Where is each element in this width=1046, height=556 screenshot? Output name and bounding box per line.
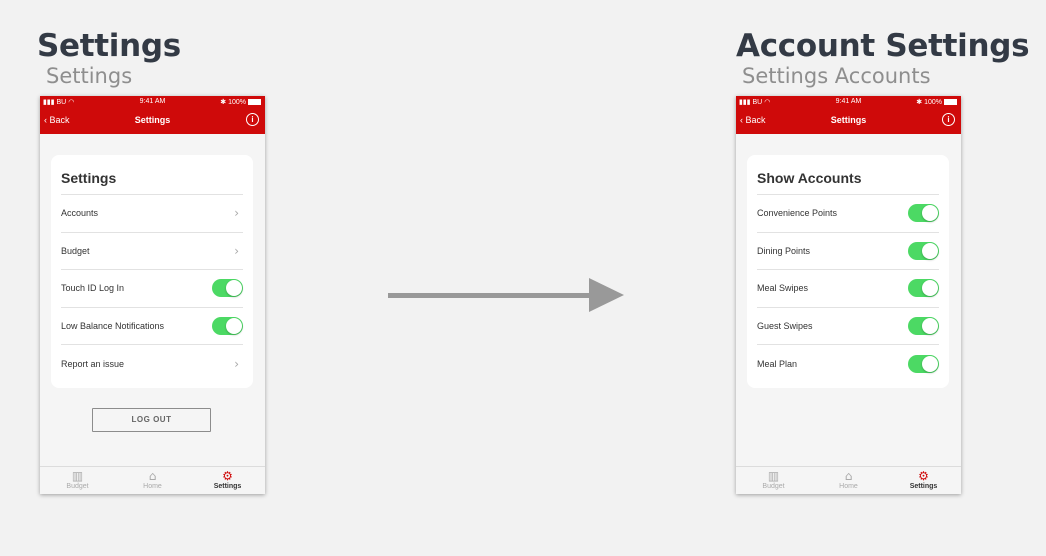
chart-icon: ▥: [71, 469, 84, 483]
battery-icon: [248, 99, 261, 106]
tab-settings[interactable]: ⚙ Settings: [886, 467, 961, 494]
left-board-subtitle: Settings: [46, 64, 133, 88]
row-label: Low Balance Notifications: [61, 321, 165, 332]
settings-row-report-issue[interactable]: Report an issue ›: [61, 345, 243, 383]
nav-bar: ‹ Back Settings i: [40, 108, 265, 134]
touch-id-toggle[interactable]: [212, 279, 243, 298]
status-bar: ▮▮▮ BU ◠ 9:41 AM ✱ 100%: [40, 96, 265, 108]
dining-points-toggle[interactable]: [908, 241, 939, 260]
account-row-meal-plan: Meal Plan: [757, 345, 939, 383]
row-label: Meal Swipes: [757, 283, 809, 294]
row-label: Touch ID Log In: [61, 283, 125, 294]
show-accounts-card: Show Accounts Convenience Points Dining …: [747, 155, 949, 388]
flow-arrow-line: [388, 293, 591, 298]
status-bar: ▮▮▮ BU ◠ 9:41 AM ✱ 100%: [736, 96, 961, 108]
account-settings-phone-screen: ▮▮▮ BU ◠ 9:41 AM ✱ 100% ‹ Back Settings …: [736, 96, 961, 494]
card-title: Settings: [61, 155, 243, 195]
left-board-title: Settings: [37, 28, 181, 64]
tab-bar: ▥ Budget ⌂ Home ⚙ Settings: [40, 466, 265, 494]
low-balance-toggle[interactable]: [212, 317, 243, 336]
right-board-title: Account Settings: [736, 28, 1030, 64]
account-row-guest-swipes: Guest Swipes: [757, 308, 939, 346]
chart-icon: ▥: [767, 469, 780, 483]
nav-title: Settings: [830, 115, 867, 125]
tab-budget[interactable]: ▥ Budget: [736, 467, 811, 494]
account-row-convenience-points: Convenience Points: [757, 195, 939, 233]
row-label: Meal Plan: [757, 359, 798, 370]
flow-arrow-head: [589, 278, 624, 312]
header-bar: ▮▮▮ BU ◠ 9:41 AM ✱ 100% ‹ Back Settings …: [40, 96, 265, 134]
home-icon: ⌂: [844, 469, 853, 483]
info-icon[interactable]: i: [942, 113, 955, 126]
battery-indicator: ✱ 100%: [916, 98, 957, 106]
convenience-points-toggle[interactable]: [908, 204, 939, 223]
meal-swipes-toggle[interactable]: [908, 279, 939, 298]
account-row-dining-points: Dining Points: [757, 233, 939, 271]
settings-row-low-balance: Low Balance Notifications: [61, 308, 243, 346]
gear-icon: ⚙: [222, 469, 233, 483]
account-row-meal-swipes: Meal Swipes: [757, 270, 939, 308]
settings-row-budget[interactable]: Budget ›: [61, 233, 243, 271]
row-label: Accounts: [61, 208, 99, 219]
logout-button[interactable]: LOG OUT: [92, 408, 211, 432]
chevron-right-icon: ›: [234, 357, 239, 372]
guest-swipes-toggle[interactable]: [908, 317, 939, 336]
tab-budget[interactable]: ▥ Budget: [40, 467, 115, 494]
header-bar: ▮▮▮ BU ◠ 9:41 AM ✱ 100% ‹ Back Settings …: [736, 96, 961, 134]
tab-settings[interactable]: ⚙ Settings: [190, 467, 265, 494]
nav-bar: ‹ Back Settings i: [736, 108, 961, 134]
row-label: Report an issue: [61, 359, 125, 370]
meal-plan-toggle[interactable]: [908, 355, 939, 374]
card-title: Show Accounts: [757, 155, 939, 195]
tab-bar: ▥ Budget ⌂ Home ⚙ Settings: [736, 466, 961, 494]
gear-icon: ⚙: [918, 469, 929, 483]
battery-icon: [944, 99, 957, 106]
row-label: Convenience Points: [757, 208, 838, 219]
battery-indicator: ✱ 100%: [220, 98, 261, 106]
home-icon: ⌂: [148, 469, 157, 483]
info-icon[interactable]: i: [246, 113, 259, 126]
chevron-right-icon: ›: [234, 206, 239, 221]
right-board-subtitle: Settings Accounts: [742, 64, 931, 88]
row-label: Guest Swipes: [757, 321, 813, 332]
settings-card: Settings Accounts › Budget › Touch ID Lo…: [51, 155, 253, 388]
chevron-right-icon: ›: [234, 243, 239, 258]
nav-title: Settings: [134, 115, 171, 125]
tab-home[interactable]: ⌂ Home: [811, 467, 886, 494]
settings-row-touch-id: Touch ID Log In: [61, 270, 243, 308]
row-label: Budget: [61, 245, 90, 256]
settings-row-accounts[interactable]: Accounts ›: [61, 195, 243, 233]
settings-phone-screen: ▮▮▮ BU ◠ 9:41 AM ✱ 100% ‹ Back Settings …: [40, 96, 265, 494]
row-label: Dining Points: [757, 245, 811, 256]
tab-home[interactable]: ⌂ Home: [115, 467, 190, 494]
